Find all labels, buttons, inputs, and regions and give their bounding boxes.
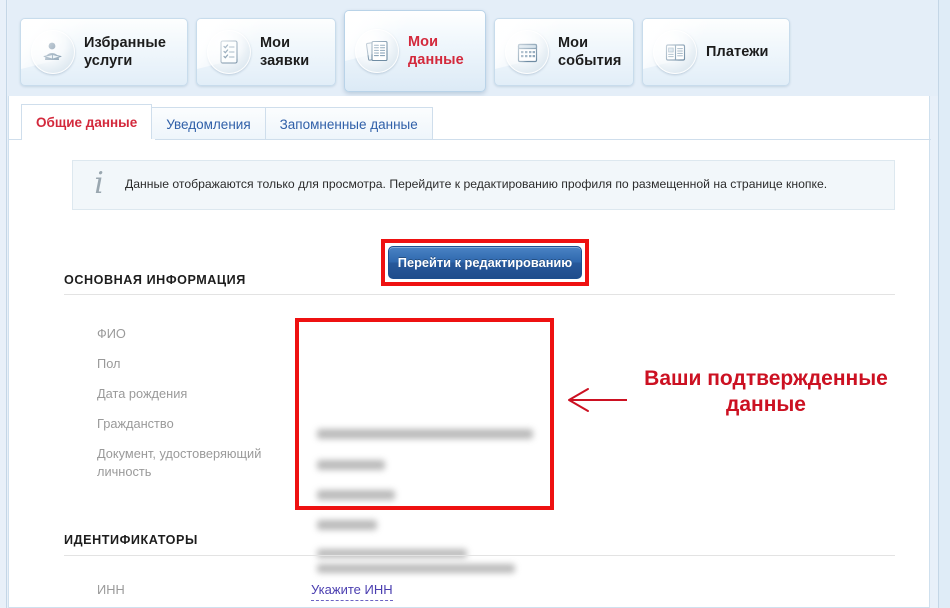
field-label-inn: ИНН [97, 582, 125, 597]
subtab-general-data[interactable]: Общие данные [21, 104, 153, 140]
subtab-active-connector [22, 139, 155, 141]
section-title-main-info: ОСНОВНАЯ ИНФОРМАЦИЯ [64, 273, 246, 287]
annotation-label: Ваши подтвержденные данные [644, 367, 888, 416]
verified-data-highlight-box [295, 318, 554, 510]
field-label-identity-document: Документ, удостоверяющий личность [97, 446, 262, 480]
documents-icon [355, 29, 399, 73]
field-value-citizenship-redacted [317, 520, 377, 530]
calendar-icon [505, 30, 549, 74]
section-divider-identifiers [64, 555, 895, 556]
subtab-notifications[interactable]: Уведомления [151, 107, 266, 140]
application-window: Избранные услуги Мои заявки Мои данные М… [0, 0, 950, 608]
field-label-birthdate: Дата рождения [97, 386, 188, 401]
info-banner-text: Данные отображаются только для просмотра… [125, 177, 828, 192]
field-label-citizenship: Гражданство [97, 416, 174, 431]
go-to-edit-button[interactable]: Перейти к редактированию [388, 246, 582, 279]
tab-favorite-services[interactable]: Избранные услуги [20, 18, 188, 86]
tab-my-data[interactable]: Мои данные [344, 10, 486, 92]
field-label-gender: Пол [97, 356, 121, 371]
tab-label: Мои заявки [260, 34, 310, 69]
person-reading-icon [31, 30, 75, 74]
wallet-card-icon [653, 30, 697, 74]
tab-label: Мои события [558, 34, 622, 69]
section-divider-main-info [64, 294, 895, 295]
readonly-info-banner: i Данные отображаются только для просмот… [72, 160, 895, 210]
tab-payments[interactable]: Платежи [642, 18, 790, 86]
field-value-document-line1-redacted [317, 549, 467, 558]
left-arrow-icon [566, 387, 628, 413]
window-right-edge [938, 0, 950, 608]
specify-inn-link[interactable]: Укажите ИНН [311, 582, 393, 601]
field-value-document-line2-redacted [317, 564, 515, 573]
tab-my-requests[interactable]: Мои заявки [196, 18, 336, 86]
window-left-edge [0, 0, 7, 608]
subtab-saved-data[interactable]: Запомненные данные [264, 107, 433, 140]
checklist-icon [207, 30, 251, 74]
section-title-identifiers: ИДЕНТИФИКАТОРЫ [64, 533, 198, 547]
tab-label: Платежи [706, 43, 769, 60]
field-label-fullname: ФИО [97, 326, 126, 341]
primary-tab-bar: Избранные услуги Мои заявки Мои данные М… [8, 0, 938, 96]
tab-label: Избранные услуги [84, 34, 167, 69]
info-icon: i [94, 166, 104, 201]
secondary-tab-bar: Общие данные Уведомления Запомненные дан… [21, 104, 433, 140]
tab-my-events[interactable]: Мои события [494, 18, 634, 86]
tab-label: Мои данные [408, 33, 464, 68]
